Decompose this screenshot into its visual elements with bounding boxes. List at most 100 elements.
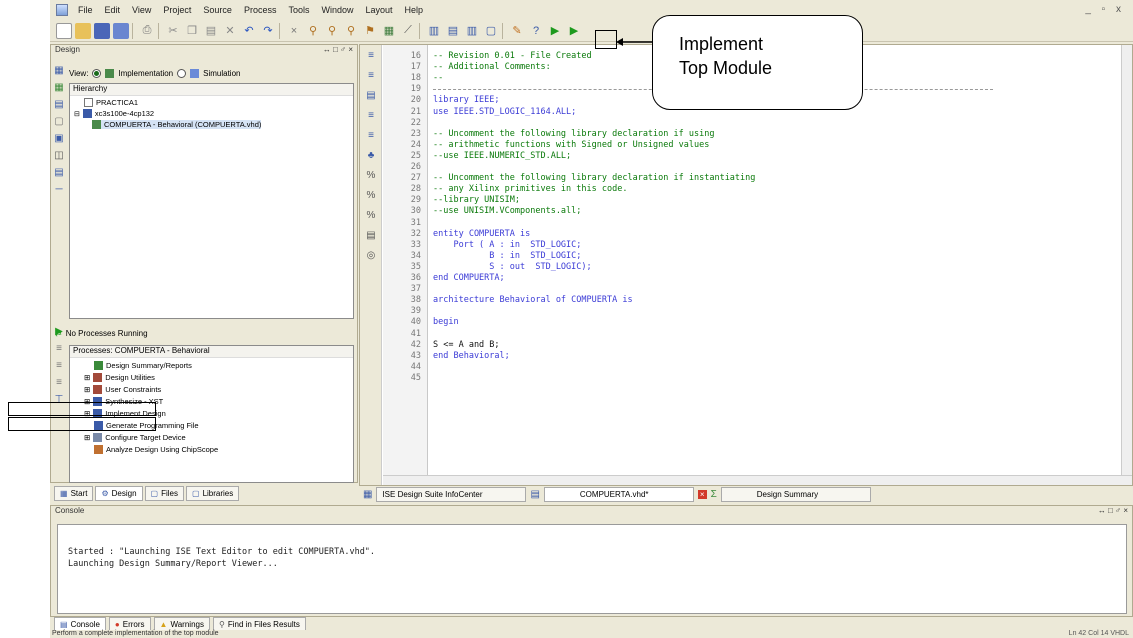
language-templates-icon[interactable]: ▦	[381, 23, 397, 39]
print-icon[interactable]: ⎙	[139, 23, 155, 39]
menu-help[interactable]: Help	[399, 5, 430, 15]
device-icon	[82, 109, 92, 118]
tab-design[interactable]: ⚙ Design	[95, 486, 143, 501]
window-icon[interactable]: ▢	[483, 23, 499, 39]
comment-icon[interactable]: %	[365, 169, 377, 181]
editor-tool-icon[interactable]: ≡	[365, 49, 377, 61]
tab-compuerta-vhd[interactable]: COMPUERTA.vhd*	[543, 487, 694, 502]
help-icon[interactable]: ?	[528, 23, 544, 39]
process-configure-target-device[interactable]: ⊞ Configure Target Device	[84, 433, 186, 442]
find-next-icon[interactable]: ⚲	[343, 23, 359, 39]
implementation-radio[interactable]	[92, 68, 102, 78]
process-label: Design Utilities	[105, 373, 155, 382]
graph-icon[interactable]: ⟋	[400, 23, 416, 39]
process-user-constraints[interactable]: ⊞ User Constraints	[84, 385, 161, 394]
redo-icon[interactable]: ↷	[260, 23, 276, 39]
tab-files[interactable]: ▢ Files	[144, 486, 184, 501]
tab-start[interactable]: ▦ Start	[54, 486, 94, 501]
menu-source[interactable]: Source	[197, 5, 238, 15]
implement-top-module-icon[interactable]: ▶	[547, 23, 563, 39]
design-panel-controls[interactable]: ↔ □ ♂ ×	[323, 45, 357, 59]
chip-icon[interactable]: ▣	[53, 132, 65, 144]
copy-icon[interactable]: ❐	[184, 23, 200, 39]
menu-project[interactable]: Project	[157, 5, 197, 15]
tile-vertical-icon[interactable]: ▥	[464, 23, 480, 39]
vertical-scrollbar[interactable]	[1121, 45, 1132, 475]
tab-libraries[interactable]: ▢ Libraries	[186, 486, 240, 501]
process-label: User Constraints	[105, 385, 162, 394]
tab-infocenter[interactable]: ISE Design Suite InfoCenter	[376, 487, 527, 502]
menu-window[interactable]: Window	[315, 5, 359, 15]
save-icon[interactable]	[94, 22, 110, 39]
undo-icon[interactable]: ↶	[241, 23, 257, 39]
find-icon[interactable]: ⚲	[324, 23, 340, 39]
add-source-icon[interactable]: ▤	[53, 98, 65, 110]
expand-icon[interactable]: ⊟	[74, 110, 80, 118]
tab-label: Errors	[122, 619, 145, 629]
cascade-icon[interactable]: ▥	[426, 23, 442, 39]
simulation-radio[interactable]	[177, 68, 187, 78]
expand-icon[interactable]: ⊞	[84, 433, 90, 442]
zoom-icon[interactable]: ⚲	[305, 23, 321, 39]
editor-tool-icon[interactable]: ≡	[365, 69, 377, 81]
menu-file[interactable]: File	[72, 5, 99, 15]
editor-tool-icon[interactable]: ≡	[365, 129, 377, 141]
menu-edit[interactable]: Edit	[99, 5, 127, 15]
paste-icon[interactable]: ▤	[203, 23, 219, 39]
document-icon[interactable]: ▤	[53, 166, 65, 178]
bookmark-icon[interactable]: ⚑	[362, 23, 378, 39]
hierarchy-icon[interactable]: ▦	[53, 64, 65, 76]
uncomment-icon[interactable]: %	[365, 189, 377, 201]
open-folder-icon[interactable]	[75, 22, 91, 39]
code-line: -- arithmetic functions with Signed or U…	[433, 139, 710, 150]
tree-item-label: COMPUERTA - Behavioral (COMPUERTA.vhd)	[104, 120, 262, 129]
delete-icon[interactable]: ✕	[222, 23, 238, 39]
new-file-icon[interactable]	[56, 22, 72, 39]
process-analyze-chipscope[interactable]: Analyze Design Using ChipScope	[94, 445, 218, 454]
line-number: 45	[410, 372, 421, 383]
console-output[interactable]: Started : "Launching ISE Text Editor to …	[57, 524, 1127, 614]
text-editor[interactable]: ≡ ≡ ▤ ≡ ≡ ♣ % % % ▤ ◎ 16 17 18 19 20 21 22 23 24…	[359, 44, 1133, 486]
console-controls[interactable]: ↔ □ ♂ ×	[1098, 506, 1132, 520]
close-tab-icon[interactable]: ×	[697, 490, 707, 499]
window-controls[interactable]: _ ▫ x	[1085, 4, 1125, 15]
tree-item-device[interactable]: ⊟ xc3s100e-4cp132	[74, 109, 154, 118]
tile-horizontal-icon[interactable]: ▤	[445, 23, 461, 39]
horizontal-scrollbar[interactable]	[383, 475, 1132, 485]
tree-item-project[interactable]: PRACTICA1	[84, 98, 138, 107]
code-line: --use IEEE.NUMERIC_STD.ALL;	[433, 150, 572, 161]
line-number: 34	[410, 250, 421, 261]
process-design-summary[interactable]: Design Summary/Reports	[94, 361, 192, 370]
editor-tool-icon[interactable]: ◎	[365, 249, 377, 261]
menu-view[interactable]: View	[126, 5, 157, 15]
editor-tool-icon[interactable]: ♣	[365, 149, 377, 161]
editor-tool-icon[interactable]: ▤	[365, 229, 377, 241]
chipscope-icon	[94, 445, 103, 454]
line-number: 44	[410, 361, 421, 372]
expand-icon[interactable]: ⊞	[84, 385, 90, 394]
tab-label: Console	[70, 619, 100, 629]
close-icon[interactable]: ×	[286, 23, 302, 39]
pin-icon[interactable]: ✎	[509, 23, 525, 39]
tree-item-compuerta[interactable]: COMPUERTA - Behavioral (COMPUERTA.vhd)	[92, 120, 262, 129]
add-copy-icon[interactable]: ▢	[53, 115, 65, 127]
divider-icon: ─	[55, 183, 63, 195]
tab-design-summary[interactable]: Design Summary	[720, 487, 871, 502]
menu-process[interactable]: Process	[238, 5, 283, 15]
run-icon[interactable]: ▶	[566, 23, 582, 39]
editor-tool-icon[interactable]: ≡	[365, 109, 377, 121]
expand-icon[interactable]: ⊞	[84, 373, 90, 382]
editor-tool-icon[interactable]: ▤	[365, 89, 377, 101]
new-source-icon[interactable]: ▦	[53, 81, 65, 93]
tab-label: Libraries	[202, 489, 234, 498]
menu-tools[interactable]: Tools	[282, 5, 315, 15]
rerun-all-icon[interactable]: ≡	[53, 359, 65, 371]
stop-icon[interactable]: ≡	[53, 376, 65, 388]
toggle-comment-icon[interactable]: %	[365, 209, 377, 221]
menu-layout[interactable]: Layout	[359, 5, 398, 15]
cut-icon[interactable]: ✂	[165, 23, 181, 39]
rerun-icon[interactable]: ≡	[53, 342, 65, 354]
properties-icon[interactable]: ◫	[53, 149, 65, 161]
process-design-utilities[interactable]: ⊞ Design Utilities	[84, 373, 155, 382]
save-all-icon[interactable]	[113, 22, 129, 39]
